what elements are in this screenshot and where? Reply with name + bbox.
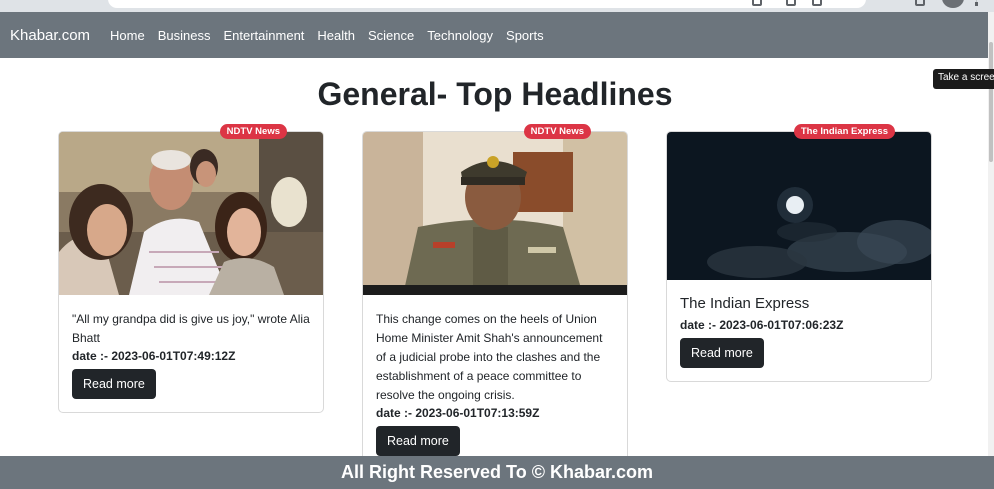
menu-dots-icon[interactable] <box>975 0 979 6</box>
nav-link-business[interactable]: Business <box>158 28 211 43</box>
nav-link-sports[interactable]: Sports <box>506 28 544 43</box>
card-description: "All my grandpa did is give us joy," wro… <box>72 312 310 345</box>
news-card: NDTV News This change comes on the heels… <box>362 124 628 470</box>
page-footer: All Right Reserved To © Khabar.com <box>0 456 994 489</box>
source-badge: The Indian Express <box>793 124 895 139</box>
nav-link-technology[interactable]: Technology <box>427 28 493 43</box>
page-title: General- Top Headlines <box>317 76 673 112</box>
share-icon[interactable] <box>786 0 796 6</box>
card-date: date :- 2023-06-01T07:13:59Z <box>376 406 540 420</box>
profile-avatar[interactable] <box>942 0 964 8</box>
nav-link-home[interactable]: Home <box>110 28 145 43</box>
moon-photo <box>667 132 931 280</box>
browser-toolbar <box>0 0 994 12</box>
read-more-button[interactable]: Read more <box>680 338 764 368</box>
card-description: This change comes on the heels of Union … <box>376 312 603 402</box>
navbar: Khabar.com Home Business Entertainment H… <box>0 12 994 58</box>
bookmark-icon[interactable] <box>812 0 822 6</box>
sidepanel-icon[interactable] <box>915 0 925 6</box>
officer-photo <box>363 132 627 295</box>
news-image[interactable] <box>59 132 323 295</box>
card-date: date :- 2023-06-01T07:06:23Z <box>680 318 844 332</box>
source-badge: NDTV News <box>523 124 591 139</box>
read-more-button[interactable]: Read more <box>376 426 460 456</box>
news-image[interactable] <box>363 132 627 295</box>
news-card: NDTV News "All my grandpa did is give us… <box>58 124 324 413</box>
nav-link-science[interactable]: Science <box>368 28 414 43</box>
family-photo <box>59 132 323 295</box>
brand-link[interactable]: Khabar.com <box>10 27 90 44</box>
card-date: date :- 2023-06-01T07:49:12Z <box>72 349 236 363</box>
card-title: The Indian Express <box>680 295 810 312</box>
nav-link-health[interactable]: Health <box>317 28 355 43</box>
news-card: The Indian Express The Indian Express da… <box>666 124 932 382</box>
source-badge: NDTV News <box>219 124 287 139</box>
read-more-button[interactable]: Read more <box>72 369 156 399</box>
nav-link-entertainment[interactable]: Entertainment <box>223 28 304 43</box>
news-image[interactable] <box>667 132 931 280</box>
extension-icon[interactable] <box>752 0 762 6</box>
